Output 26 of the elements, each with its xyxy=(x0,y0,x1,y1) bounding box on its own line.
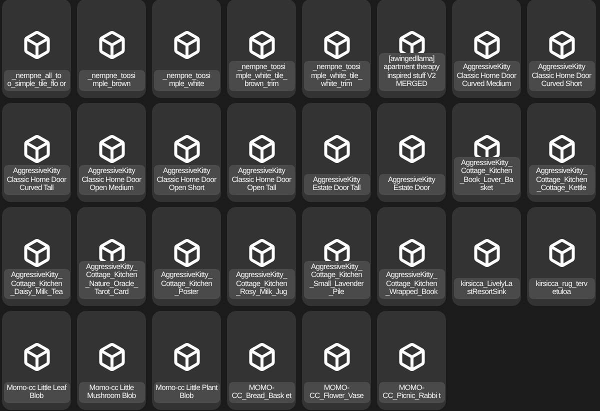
box-icon xyxy=(396,342,426,372)
box-icon xyxy=(246,238,276,268)
box-icon xyxy=(322,342,352,372)
box-icon xyxy=(322,30,352,60)
box-icon xyxy=(546,238,576,268)
box-icon xyxy=(472,30,502,60)
box-icon xyxy=(396,134,426,164)
box-icon xyxy=(172,134,202,164)
box-icon xyxy=(546,134,576,164)
box-icon xyxy=(96,342,126,372)
box-icon xyxy=(246,30,276,60)
box-icon xyxy=(22,238,52,268)
box-icon xyxy=(246,342,276,372)
box-icon xyxy=(96,134,126,164)
box-icon xyxy=(96,30,126,60)
box-icon xyxy=(546,30,576,60)
box-icon xyxy=(172,238,202,268)
box-icon xyxy=(472,238,502,268)
box-icon xyxy=(22,134,52,164)
box-icon xyxy=(396,238,426,268)
box-icon xyxy=(22,30,52,60)
box-icon xyxy=(172,342,202,372)
box-icon xyxy=(246,134,276,164)
box-icon xyxy=(172,30,202,60)
box-icon xyxy=(22,342,52,372)
box-icon xyxy=(322,134,352,164)
